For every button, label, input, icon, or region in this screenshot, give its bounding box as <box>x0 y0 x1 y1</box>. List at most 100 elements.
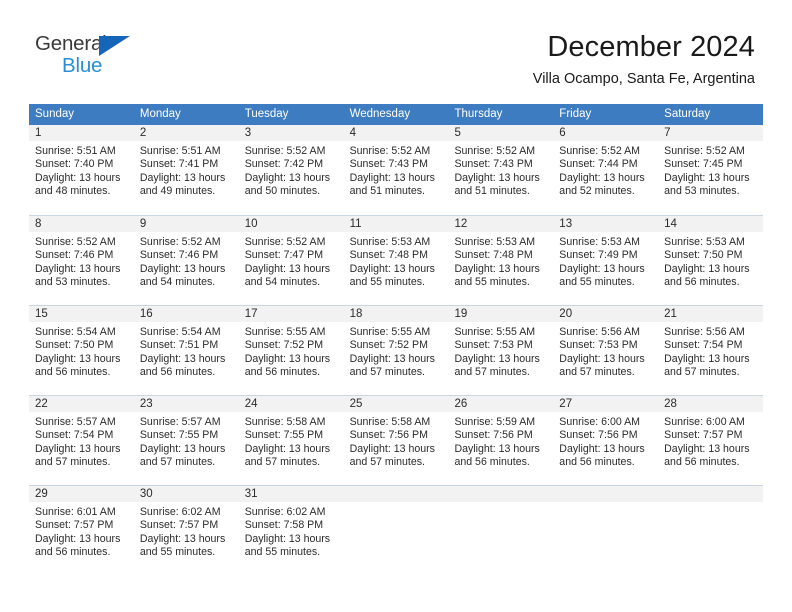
daylight-text-line1: Daylight: 13 hours <box>454 352 540 365</box>
day-number: 24 <box>238 396 344 412</box>
daylight-text-line2: and 51 minutes. <box>454 185 530 198</box>
day-number: 18 <box>343 306 449 322</box>
day-number: 31 <box>238 486 344 502</box>
daylight-text-line2: and 49 minutes. <box>139 185 216 198</box>
sunrise-text: Sunrise: 5:51 AM <box>35 145 116 157</box>
weekday-header-tuesday: Tuesday <box>244 108 289 120</box>
day-details: Sunrise: 5:53 AM Sunset: 7:48 PM Dayligh… <box>344 232 449 290</box>
daylight-text-line1: Daylight: 13 hours <box>244 442 331 455</box>
day-details: Sunrise: 5:55 AM Sunset: 7:52 PM Dayligh… <box>239 322 344 380</box>
weekday-header-thursday: Thursday <box>454 108 503 120</box>
sunset-text: Sunset: 7:52 PM <box>244 339 324 352</box>
sunrise-text: Sunrise: 5:55 AM <box>454 326 536 338</box>
day-number: 6 <box>553 125 659 141</box>
sunrise-text: Sunrise: 5:53 AM <box>349 236 431 248</box>
day-cell[interactable]: 7 Sunrise: 5:52 AM Sunset: 7:45 PM Dayli… <box>658 125 764 215</box>
day-cell[interactable]: 11 Sunrise: 5:53 AM Sunset: 7:48 PM Dayl… <box>343 216 449 305</box>
day-cell[interactable]: 18 Sunrise: 5:55 AM Sunset: 7:52 PM Dayl… <box>343 306 449 395</box>
day-details: Sunrise: 5:52 AM Sunset: 7:46 PM Dayligh… <box>29 232 134 290</box>
sunrise-text: Sunrise: 6:00 AM <box>664 416 745 428</box>
day-number <box>448 486 554 502</box>
day-cell[interactable]: 16 Sunrise: 5:54 AM Sunset: 7:51 PM Dayl… <box>133 306 239 395</box>
day-cell[interactable]: 15 Sunrise: 5:54 AM Sunset: 7:50 PM Dayl… <box>29 306 134 395</box>
day-cell[interactable]: 27 Sunrise: 6:00 AM Sunset: 7:56 PM Dayl… <box>553 396 659 485</box>
weekday-header-friday: Friday <box>559 108 592 120</box>
day-cell[interactable]: 20 Sunrise: 5:56 AM Sunset: 7:53 PM Dayl… <box>553 306 659 395</box>
daylight-text-line1: Daylight: 13 hours <box>139 171 226 184</box>
daylight-text-line1: Daylight: 13 hours <box>454 262 540 275</box>
sunrise-text: Sunrise: 5:58 AM <box>349 416 431 428</box>
day-number: 1 <box>29 125 134 141</box>
daylight-text-line1: Daylight: 13 hours <box>454 442 540 455</box>
daylight-text-line2: and 56 minutes. <box>139 366 216 379</box>
sunset-text: Sunset: 7:46 PM <box>35 249 114 262</box>
sunrise-text: Sunrise: 5:51 AM <box>139 145 221 157</box>
day-number: 5 <box>448 125 554 141</box>
sunset-text: Sunset: 7:56 PM <box>454 429 533 442</box>
day-cell[interactable]: 19 Sunrise: 5:55 AM Sunset: 7:53 PM Dayl… <box>448 306 554 395</box>
sunrise-text: Sunrise: 5:55 AM <box>349 326 431 338</box>
day-cell[interactable]: 24 Sunrise: 5:58 AM Sunset: 7:55 PM Dayl… <box>238 396 344 485</box>
day-cell[interactable]: 3 Sunrise: 5:52 AM Sunset: 7:42 PM Dayli… <box>238 125 344 215</box>
day-number: 13 <box>553 216 659 232</box>
day-cell[interactable]: 17 Sunrise: 5:55 AM Sunset: 7:52 PM Dayl… <box>238 306 344 395</box>
weekday-header-wednesday: Wednesday <box>349 108 411 120</box>
day-cell[interactable]: 1 Sunrise: 5:51 AM Sunset: 7:40 PM Dayli… <box>29 125 134 215</box>
day-cell[interactable]: 30 Sunrise: 6:02 AM Sunset: 7:57 PM Dayl… <box>133 486 239 569</box>
sunrise-text: Sunrise: 5:52 AM <box>664 145 745 157</box>
sunset-text: Sunset: 7:57 PM <box>664 429 743 442</box>
daylight-text-line2: and 52 minutes. <box>559 185 635 198</box>
day-details: Sunrise: 5:59 AM Sunset: 7:56 PM Dayligh… <box>448 412 553 470</box>
day-cell[interactable]: 8 Sunrise: 5:52 AM Sunset: 7:46 PM Dayli… <box>29 216 134 305</box>
daylight-text-line1: Daylight: 13 hours <box>559 352 645 365</box>
day-cell[interactable]: 4 Sunrise: 5:52 AM Sunset: 7:43 PM Dayli… <box>343 125 449 215</box>
day-cell[interactable]: 23 Sunrise: 5:57 AM Sunset: 7:55 PM Dayl… <box>133 396 239 485</box>
day-cell[interactable]: 14 Sunrise: 5:53 AM Sunset: 7:50 PM Dayl… <box>658 216 764 305</box>
day-details: Sunrise: 5:52 AM Sunset: 7:42 PM Dayligh… <box>239 141 344 199</box>
daylight-text-line1: Daylight: 13 hours <box>35 352 121 365</box>
daylight-text-line1: Daylight: 13 hours <box>139 532 226 545</box>
sunset-text: Sunset: 7:43 PM <box>454 158 533 171</box>
day-cell[interactable]: 13 Sunrise: 5:53 AM Sunset: 7:49 PM Dayl… <box>553 216 659 305</box>
day-details: Sunrise: 5:53 AM Sunset: 7:50 PM Dayligh… <box>658 232 763 290</box>
sunrise-text: Sunrise: 5:53 AM <box>454 236 536 248</box>
day-cell[interactable]: 29 Sunrise: 6:01 AM Sunset: 7:57 PM Dayl… <box>29 486 134 569</box>
day-cell[interactable]: 22 Sunrise: 5:57 AM Sunset: 7:54 PM Dayl… <box>29 396 134 485</box>
day-number: 27 <box>553 396 659 412</box>
daylight-text-line2: and 57 minutes. <box>139 456 216 469</box>
day-cell[interactable]: 10 Sunrise: 5:52 AM Sunset: 7:47 PM Dayl… <box>238 216 344 305</box>
day-cell[interactable]: 26 Sunrise: 5:59 AM Sunset: 7:56 PM Dayl… <box>448 396 554 485</box>
sunset-text: Sunset: 7:43 PM <box>349 158 428 171</box>
sunset-text: Sunset: 7:48 PM <box>349 249 428 262</box>
day-cell[interactable]: 21 Sunrise: 5:56 AM Sunset: 7:54 PM Dayl… <box>658 306 764 395</box>
day-details: Sunrise: 5:54 AM Sunset: 7:51 PM Dayligh… <box>134 322 239 380</box>
day-number: 3 <box>238 125 344 141</box>
day-cell[interactable]: 6 Sunrise: 5:52 AM Sunset: 7:44 PM Dayli… <box>553 125 659 215</box>
daylight-text-line2: and 57 minutes. <box>349 456 425 469</box>
title-block: December 2024 Villa Ocampo, Santa Fe, Ar… <box>533 30 755 89</box>
daylight-text-line1: Daylight: 13 hours <box>349 352 435 365</box>
daylight-text-line1: Daylight: 13 hours <box>35 171 121 184</box>
daylight-text-line1: Daylight: 13 hours <box>349 442 435 455</box>
sunrise-text: Sunrise: 5:52 AM <box>139 236 221 248</box>
day-details: Sunrise: 5:52 AM Sunset: 7:43 PM Dayligh… <box>448 141 553 199</box>
sunset-text: Sunset: 7:53 PM <box>559 339 638 352</box>
sunset-text: Sunset: 7:50 PM <box>35 339 114 352</box>
sunset-text: Sunset: 7:58 PM <box>244 519 324 532</box>
day-details: Sunrise: 5:58 AM Sunset: 7:56 PM Dayligh… <box>344 412 449 470</box>
day-cell[interactable]: 2 Sunrise: 5:51 AM Sunset: 7:41 PM Dayli… <box>133 125 239 215</box>
day-cell[interactable]: 28 Sunrise: 6:00 AM Sunset: 7:57 PM Dayl… <box>658 396 764 485</box>
week-row: 22 Sunrise: 5:57 AM Sunset: 7:54 PM Dayl… <box>29 395 764 485</box>
sunset-text: Sunset: 7:49 PM <box>559 249 638 262</box>
sunset-text: Sunset: 7:52 PM <box>349 339 428 352</box>
calendar-page: General Blue December 2024 Villa Ocampo,… <box>0 0 792 612</box>
day-details: Sunrise: 5:56 AM Sunset: 7:54 PM Dayligh… <box>658 322 763 380</box>
day-cell[interactable]: 12 Sunrise: 5:53 AM Sunset: 7:48 PM Dayl… <box>448 216 554 305</box>
day-cell[interactable]: 25 Sunrise: 5:58 AM Sunset: 7:56 PM Dayl… <box>343 396 449 485</box>
day-cell[interactable]: 5 Sunrise: 5:52 AM Sunset: 7:43 PM Dayli… <box>448 125 554 215</box>
day-cell[interactable]: 31 Sunrise: 6:02 AM Sunset: 7:58 PM Dayl… <box>238 486 344 569</box>
daylight-text-line1: Daylight: 13 hours <box>559 171 645 184</box>
day-details: Sunrise: 5:52 AM Sunset: 7:44 PM Dayligh… <box>553 141 658 199</box>
day-cell[interactable]: 9 Sunrise: 5:52 AM Sunset: 7:46 PM Dayli… <box>133 216 239 305</box>
sunset-text: Sunset: 7:54 PM <box>664 339 743 352</box>
